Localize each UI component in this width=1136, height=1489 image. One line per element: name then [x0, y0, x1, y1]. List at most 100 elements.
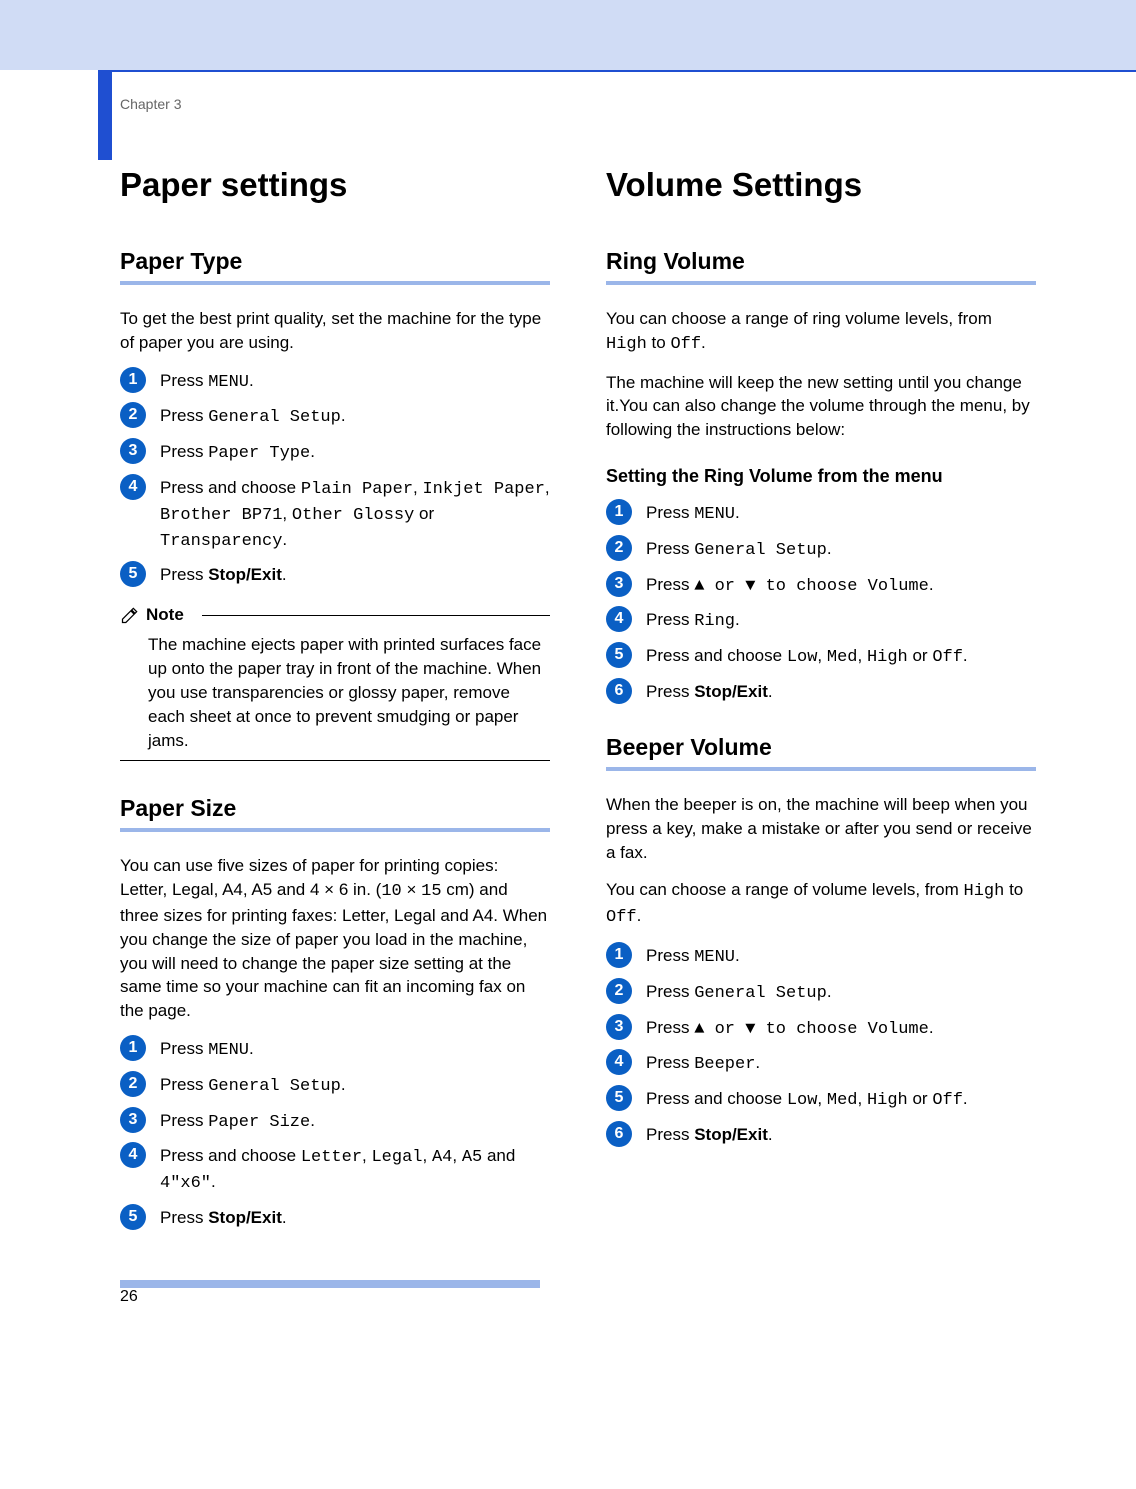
step: 2 Press General Setup.	[606, 537, 1036, 563]
step-text: Press MENU.	[646, 944, 740, 970]
step: 1 Press MENU.	[606, 501, 1036, 527]
step: 5 Press and choose Low, Med, High or Off.	[606, 644, 1036, 670]
ring-intro: You can choose a range of ring volume le…	[606, 307, 1036, 357]
step-bullet: 5	[120, 561, 146, 587]
step: 3 Press ▲ or ▼ to choose Volume.	[606, 1016, 1036, 1042]
beeper-intro: When the beeper is on, the machine will …	[606, 793, 1036, 864]
heading-paper-settings: Paper settings	[120, 166, 550, 204]
step-text: Press Beeper.	[646, 1051, 760, 1077]
right-column: Volume Settings Ring Volume You can choo…	[606, 166, 1036, 1240]
page: Chapter 3 Paper settings Paper Type To g…	[0, 0, 1136, 1326]
step-text: Press and choose Low, Med, High or Off.	[646, 1087, 968, 1113]
pencil-note-icon	[120, 605, 140, 625]
step: 3 Press Paper Size.	[120, 1109, 550, 1135]
step-bullet: 6	[606, 1121, 632, 1147]
step: 1Press MENU.	[120, 369, 550, 395]
step-bullet: 3	[120, 1107, 146, 1133]
arrow-up-icon: ▲	[694, 577, 704, 596]
step-bullet: 4	[606, 1049, 632, 1075]
step-text: Press Paper Type.	[160, 440, 315, 466]
paper-size-steps: 1 Press MENU. 2 Press General Setup. 3 Pres…	[120, 1037, 550, 1230]
step: 2 Press General Setup.	[120, 1073, 550, 1099]
page-rule	[120, 1280, 540, 1288]
step-text: Press MENU.	[646, 501, 740, 527]
beeper-steps: 1 Press MENU. 2 Press General Setup. 3 Pres…	[606, 944, 1036, 1147]
step-text: Press Stop/Exit.	[646, 1123, 773, 1147]
step: 6 Press Stop/Exit.	[606, 680, 1036, 704]
section-rule	[120, 828, 550, 832]
header-rule	[98, 70, 1136, 72]
heading-paper-size: Paper Size	[120, 795, 550, 822]
note-body: The machine ejects paper with printed su…	[148, 633, 550, 752]
heading-ring-volume: Ring Volume	[606, 248, 1036, 275]
paper-type-intro: To get the best print quality, set the m…	[120, 307, 550, 355]
section-rule	[606, 767, 1036, 771]
step-text: Press Ring.	[646, 608, 740, 634]
side-tab	[98, 70, 112, 160]
note-header: Note	[120, 605, 550, 625]
step-text: Press Stop/Exit.	[646, 680, 773, 704]
step-bullet: 5	[606, 1085, 632, 1111]
step: 4Press and choose Plain Paper, Inkjet Pa…	[120, 476, 550, 553]
chapter-label: Chapter 3	[120, 96, 1136, 112]
step: 2 Press General Setup.	[606, 980, 1036, 1006]
step-text: Press ▲ or ▼ to choose Volume.	[646, 573, 934, 599]
step-bullet: 3	[120, 438, 146, 464]
heading-ring-menu: Setting the Ring Volume from the menu	[606, 466, 1036, 487]
heading-beeper-volume: Beeper Volume	[606, 734, 1036, 761]
note-rule	[202, 615, 550, 616]
step-text: Press and choose Low, Med, High or Off.	[646, 644, 968, 670]
step-text: Press General Setup.	[646, 980, 832, 1006]
step-text: Press MENU.	[160, 1037, 254, 1063]
step-bullet: 4	[606, 606, 632, 632]
step-bullet: 1	[120, 1035, 146, 1061]
step-bullet: 3	[606, 1014, 632, 1040]
step-text: Press General Setup.	[160, 1073, 346, 1099]
arrow-down-icon: ▼	[745, 1020, 755, 1039]
step-text: Press and choose Letter, Legal, A4, A5 a…	[160, 1144, 550, 1196]
step-text: Press ▲ or ▼ to choose Volume.	[646, 1016, 934, 1042]
section-rule	[120, 281, 550, 285]
step-bullet: 6	[606, 678, 632, 704]
ring-intro-2: The machine will keep the new setting un…	[606, 371, 1036, 442]
step-text: Press and choose Plain Paper, Inkjet Pap…	[160, 476, 550, 553]
step: 4 Press Ring.	[606, 608, 1036, 634]
step: 3 Press Paper Type.	[120, 440, 550, 466]
step-bullet: 2	[120, 1071, 146, 1097]
step-text: Press General Setup.	[160, 404, 346, 430]
left-column: Paper settings Paper Type To get the bes…	[120, 166, 550, 1240]
step: 5Press Stop/Exit.	[120, 1206, 550, 1230]
content: Paper settings Paper Type To get the bes…	[0, 112, 1136, 1280]
step-bullet: 2	[606, 535, 632, 561]
section-rule	[606, 281, 1036, 285]
step-bullet: 1	[120, 367, 146, 393]
page-number: 26	[120, 1288, 146, 1306]
beeper-intro-2: You can choose a range of volume levels,…	[606, 878, 1036, 930]
step: 6 Press Stop/Exit.	[606, 1123, 1036, 1147]
step-bullet: 2	[120, 402, 146, 428]
step-bullet: 1	[606, 942, 632, 968]
step-bullet: 5	[606, 642, 632, 668]
step: 3Press ▲ or ▼ to choose Volume.	[606, 573, 1036, 599]
step: 4 Press and choose Letter, Legal, A4, A5 …	[120, 1144, 550, 1196]
step: 5Press Stop/Exit.	[120, 563, 550, 587]
arrow-down-icon: ▼	[745, 577, 755, 596]
step: 1 Press MENU.	[606, 944, 1036, 970]
step: 2 Press General Setup.	[120, 404, 550, 430]
header-band	[0, 0, 1136, 70]
step-bullet: 1	[606, 499, 632, 525]
paper-type-steps: 1Press MENU. 2 Press General Setup. 3 Pres…	[120, 369, 550, 588]
heading-paper-type: Paper Type	[120, 248, 550, 275]
heading-volume-settings: Volume Settings	[606, 166, 1036, 204]
ring-steps: 1 Press MENU. 2 Press General Setup. 3Pres…	[606, 501, 1036, 704]
note-end-rule	[120, 760, 550, 761]
step-bullet: 4	[120, 1142, 146, 1168]
step-bullet: 2	[606, 978, 632, 1004]
step-text: Press General Setup.	[646, 537, 832, 563]
step-text: Press Paper Size.	[160, 1109, 315, 1135]
note-label: Note	[146, 605, 184, 625]
step-text: Press Stop/Exit.	[160, 1206, 287, 1230]
paper-size-intro: You can use five sizes of paper for prin…	[120, 854, 550, 1023]
page-footer: 26	[0, 1280, 1136, 1326]
step: 5 Press and choose Low, Med, High or Off.	[606, 1087, 1036, 1113]
